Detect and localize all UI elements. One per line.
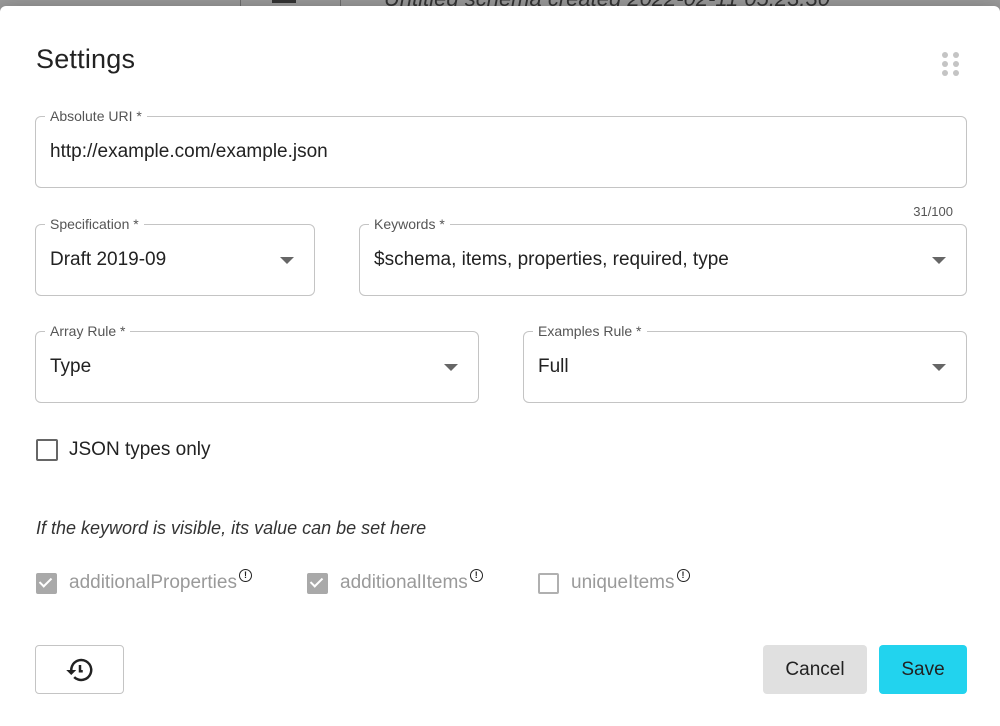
background-menu-icon: [272, 0, 296, 3]
drag-handle-icon[interactable]: [942, 52, 960, 78]
array-rule-value: Type: [50, 356, 92, 377]
save-button[interactable]: Save: [879, 645, 967, 694]
info-icon[interactable]: !: [676, 568, 690, 582]
chevron-down-icon: [280, 257, 294, 264]
additional-properties-checkbox[interactable]: [36, 572, 57, 594]
json-types-only-checkbox[interactable]: [36, 439, 58, 461]
json-types-only-option[interactable]: JSON types only: [36, 439, 211, 461]
examples-rule-value: Full: [538, 356, 569, 377]
additional-items-checkbox[interactable]: [307, 572, 328, 594]
info-icon[interactable]: !: [238, 568, 252, 582]
json-types-only-label: JSON types only: [69, 439, 211, 460]
specification-select[interactable]: Specification * Draft 2019-09: [35, 215, 315, 296]
drag-dot: [942, 70, 948, 76]
drag-dot: [953, 52, 959, 58]
specification-value: Draft 2019-09: [50, 249, 167, 270]
chevron-down-icon: [932, 257, 946, 264]
absolute-uri-input[interactable]: http://example.com/example.json: [50, 117, 328, 187]
additional-properties-label: additionalProperties: [69, 572, 237, 593]
additional-properties-option[interactable]: additionalProperties !: [36, 568, 252, 594]
reset-button[interactable]: [35, 645, 124, 694]
array-rule-select[interactable]: Array Rule * Type: [35, 322, 479, 403]
dialog-title: Settings: [36, 44, 136, 74]
cancel-button[interactable]: Cancel: [763, 645, 867, 694]
info-icon[interactable]: !: [469, 568, 483, 582]
drag-dot: [953, 70, 959, 76]
absolute-uri-counter: 31/100: [913, 204, 953, 219]
settings-dialog: Settings Absolute URI * http://example.c…: [0, 6, 1000, 726]
unique-items-checkbox[interactable]: [538, 572, 559, 594]
unique-items-option[interactable]: uniqueItems !: [538, 568, 690, 594]
history-icon: [65, 658, 92, 681]
drag-dot: [942, 52, 948, 58]
additional-items-option[interactable]: additionalItems !: [307, 568, 483, 594]
unique-items-label: uniqueItems: [571, 572, 675, 593]
chevron-down-icon: [932, 364, 946, 371]
keyword-hint-text: If the keyword is visible, its value can…: [36, 518, 427, 538]
chevron-down-icon: [444, 364, 458, 371]
examples-rule-select[interactable]: Examples Rule * Full: [523, 322, 967, 403]
keywords-select[interactable]: Keywords * $schema, items, properties, r…: [359, 215, 967, 296]
additional-items-label: additionalItems: [340, 572, 468, 593]
drag-dot: [942, 61, 948, 67]
keywords-value: $schema, items, properties, required, ty…: [374, 249, 729, 270]
absolute-uri-field[interactable]: Absolute URI * http://example.com/exampl…: [35, 107, 967, 188]
drag-dot: [953, 61, 959, 67]
